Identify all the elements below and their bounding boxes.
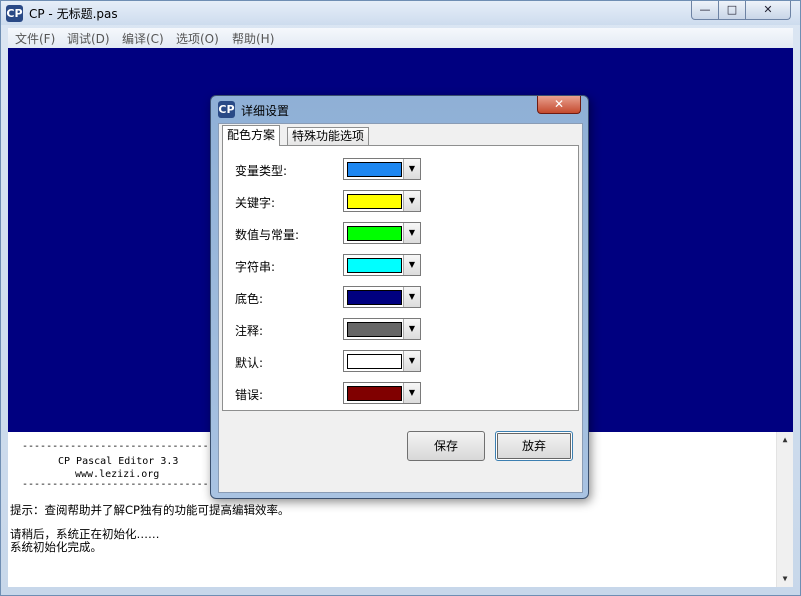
scroll-down-icon[interactable]: ▼ xyxy=(777,571,793,587)
dialog-app-icon: CP xyxy=(218,101,235,118)
dialog-close-button[interactable]: ✕ xyxy=(537,96,581,114)
label-number-constant: 数值与常量: xyxy=(235,228,300,242)
done-text: 系统初始化完成。 xyxy=(10,540,102,554)
label-background: 底色: xyxy=(235,292,264,306)
chevron-down-icon[interactable]: ▼ xyxy=(403,223,420,243)
maximize-button[interactable]: □ xyxy=(718,1,746,20)
combo-default[interactable]: ▼ xyxy=(343,350,421,372)
chevron-down-icon[interactable]: ▼ xyxy=(403,287,420,307)
chevron-down-icon[interactable]: ▼ xyxy=(403,191,420,211)
title-bar: CP CP - 无标题.pas — □ ✕ xyxy=(1,1,800,25)
menu-options[interactable]: 选项(O) xyxy=(176,30,219,47)
console-scrollbar[interactable]: ▲ ▼ xyxy=(776,432,793,587)
swatch-number-constant xyxy=(347,226,402,241)
label-variable-type: 变量类型: xyxy=(235,164,288,178)
combo-keyword[interactable]: ▼ xyxy=(343,190,421,212)
combo-comment[interactable]: ▼ xyxy=(343,318,421,340)
label-comment: 注释: xyxy=(235,324,264,338)
window-title: CP - 无标题.pas xyxy=(29,7,118,21)
chevron-down-icon[interactable]: ▼ xyxy=(403,255,420,275)
dialog-title: 详细设置 xyxy=(241,104,290,118)
swatch-string xyxy=(347,258,402,273)
swatch-error xyxy=(347,386,402,401)
settings-dialog: CP 详细设置 ✕ 配色方案 特殊功能选项 变量类型: ▼ 关键字: ▼ 数值与… xyxy=(210,95,589,499)
app-icon: CP xyxy=(6,5,23,22)
label-error: 错误: xyxy=(235,388,264,402)
minimize-button[interactable]: — xyxy=(691,1,719,20)
swatch-background xyxy=(347,290,402,305)
swatch-keyword xyxy=(347,194,402,209)
combo-error[interactable]: ▼ xyxy=(343,382,421,404)
combo-number-constant[interactable]: ▼ xyxy=(343,222,421,244)
combo-variable-type[interactable]: ▼ xyxy=(343,158,421,180)
label-default: 默认: xyxy=(235,356,264,370)
tab-special-options[interactable]: 特殊功能选项 xyxy=(287,127,370,145)
menu-debug[interactable]: 调试(D) xyxy=(67,30,110,47)
menu-file[interactable]: 文件(F) xyxy=(15,30,55,47)
chevron-down-icon[interactable]: ▼ xyxy=(403,319,420,339)
chevron-down-icon[interactable]: ▼ xyxy=(403,351,420,371)
swatch-default xyxy=(347,354,402,369)
combo-background[interactable]: ▼ xyxy=(343,286,421,308)
tab-color-scheme[interactable]: 配色方案 xyxy=(222,125,281,146)
combo-string[interactable]: ▼ xyxy=(343,254,421,276)
cancel-button[interactable]: 放弃 xyxy=(495,431,573,461)
save-button[interactable]: 保存 xyxy=(407,431,485,461)
dialog-body: 配色方案 特殊功能选项 变量类型: ▼ 关键字: ▼ 数值与常量: ▼ 字符串: xyxy=(218,123,583,493)
hint-text: 提示：查阅帮助并了解CP独有的功能可提高编辑效率。 xyxy=(10,503,290,517)
scroll-up-icon[interactable]: ▲ xyxy=(777,432,793,448)
close-button[interactable]: ✕ xyxy=(745,1,791,20)
banner-title: CP Pascal Editor 3.3 xyxy=(58,456,179,467)
label-string: 字符串: xyxy=(235,260,276,274)
swatch-comment xyxy=(347,322,402,337)
chevron-down-icon[interactable]: ▼ xyxy=(403,159,420,179)
menu-help[interactable]: 帮助(H) xyxy=(232,30,274,47)
label-keyword: 关键字: xyxy=(235,196,276,210)
chevron-down-icon[interactable]: ▼ xyxy=(403,383,420,403)
menu-bar: 文件(F) 调试(D) 编译(C) 选项(O) 帮助(H) xyxy=(8,28,793,48)
color-scheme-panel: 变量类型: ▼ 关键字: ▼ 数值与常量: ▼ 字符串: ▼ 底色: ▼ 注释:… xyxy=(222,145,579,411)
menu-compile[interactable]: 编译(C) xyxy=(122,30,164,47)
swatch-variable-type xyxy=(347,162,402,177)
